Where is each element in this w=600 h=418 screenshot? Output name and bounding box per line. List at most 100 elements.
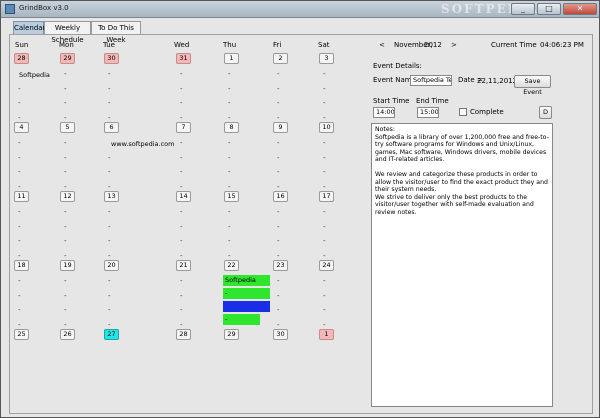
empty-slot[interactable]: - bbox=[180, 303, 188, 318]
empty-slot[interactable]: - bbox=[277, 274, 285, 289]
day-cell[interactable]: 1 bbox=[224, 53, 239, 64]
empty-slot[interactable]: - bbox=[323, 289, 331, 304]
empty-slot[interactable]: - bbox=[180, 67, 188, 82]
empty-slot[interactable]: - bbox=[64, 136, 72, 151]
empty-slot[interactable]: - bbox=[277, 96, 285, 111]
empty-slot[interactable]: - bbox=[64, 96, 72, 111]
close-button[interactable]: ✕ bbox=[563, 3, 597, 15]
day-cell[interactable]: 7 bbox=[176, 122, 191, 133]
day-cell[interactable]: 19 bbox=[60, 260, 75, 271]
empty-slot[interactable]: - bbox=[108, 165, 116, 180]
empty-slot[interactable]: - bbox=[108, 205, 116, 220]
empty-slot[interactable]: - bbox=[228, 82, 236, 97]
start-time-input[interactable]: 14:00 bbox=[373, 107, 395, 118]
empty-slot[interactable]: - bbox=[64, 303, 72, 318]
tab-weekly-schedule[interactable]: Weekly Schedule bbox=[44, 21, 91, 44]
empty-slot[interactable]: - bbox=[108, 96, 116, 111]
empty-slot[interactable]: - bbox=[323, 82, 331, 97]
day-cell[interactable]: 27 bbox=[104, 329, 119, 340]
day-cell[interactable]: 28 bbox=[14, 53, 29, 64]
day-cell[interactable]: 12 bbox=[60, 191, 75, 202]
empty-slot[interactable]: - bbox=[18, 289, 26, 304]
empty-slot[interactable]: - bbox=[323, 303, 331, 318]
empty-slot[interactable]: - bbox=[277, 220, 285, 235]
next-month-button[interactable]: > bbox=[451, 41, 457, 49]
day-cell[interactable]: 14 bbox=[176, 191, 191, 202]
d-button[interactable]: D bbox=[539, 106, 552, 119]
tab-to-do[interactable]: To Do This Week bbox=[91, 21, 141, 44]
empty-slot[interactable]: - bbox=[108, 234, 116, 249]
empty-slot[interactable]: - bbox=[277, 234, 285, 249]
notes-textarea[interactable]: Notes: Softpedia is a library of over 1,… bbox=[371, 123, 553, 407]
day-cell[interactable]: 6 bbox=[104, 122, 119, 133]
empty-slot[interactable]: - bbox=[228, 234, 236, 249]
day-cell[interactable]: 3 bbox=[319, 53, 334, 64]
empty-slot[interactable]: - bbox=[228, 220, 236, 235]
empty-slot[interactable]: - bbox=[180, 96, 188, 111]
empty-slot[interactable]: - bbox=[180, 274, 188, 289]
empty-slot[interactable]: - bbox=[180, 205, 188, 220]
empty-slot[interactable]: - bbox=[18, 205, 26, 220]
day-cell[interactable]: 4 bbox=[14, 122, 29, 133]
event-bar-green[interactable]: - bbox=[223, 314, 260, 325]
day-cell[interactable]: 29 bbox=[224, 329, 239, 340]
day-cell[interactable]: 22 bbox=[224, 260, 239, 271]
event-entry[interactable]: Softpedia bbox=[19, 71, 50, 79]
empty-slot[interactable]: - bbox=[323, 96, 331, 111]
day-cell[interactable]: 25 bbox=[14, 329, 29, 340]
event-entry[interactable]: www.softpedia.com bbox=[111, 140, 175, 148]
empty-slot[interactable]: - bbox=[64, 165, 72, 180]
empty-slot[interactable]: - bbox=[18, 220, 26, 235]
empty-slot[interactable]: - bbox=[323, 151, 331, 166]
empty-slot[interactable]: - bbox=[64, 82, 72, 97]
empty-slot[interactable]: - bbox=[228, 96, 236, 111]
empty-slot[interactable]: - bbox=[18, 136, 26, 151]
empty-slot[interactable]: - bbox=[323, 234, 331, 249]
empty-slot[interactable]: - bbox=[323, 220, 331, 235]
empty-slot[interactable]: - bbox=[64, 151, 72, 166]
empty-slot[interactable]: - bbox=[108, 303, 116, 318]
empty-slot[interactable]: - bbox=[180, 165, 188, 180]
empty-slot[interactable]: - bbox=[18, 96, 26, 111]
day-cell[interactable]: 21 bbox=[176, 260, 191, 271]
empty-slot[interactable]: - bbox=[228, 67, 236, 82]
day-cell[interactable]: 13 bbox=[104, 191, 119, 202]
complete-checkbox[interactable] bbox=[459, 108, 467, 116]
empty-slot[interactable]: - bbox=[108, 67, 116, 82]
save-event-button[interactable]: Save Event bbox=[514, 75, 551, 96]
tab-calendar[interactable]: Calendar bbox=[13, 21, 45, 34]
empty-slot[interactable]: - bbox=[277, 165, 285, 180]
day-cell[interactable]: 28 bbox=[176, 329, 191, 340]
empty-slot[interactable]: - bbox=[64, 67, 72, 82]
empty-slot[interactable]: - bbox=[18, 151, 26, 166]
empty-slot[interactable]: - bbox=[108, 220, 116, 235]
empty-slot[interactable]: - bbox=[64, 289, 72, 304]
empty-slot[interactable]: - bbox=[180, 151, 188, 166]
day-cell[interactable]: 1 bbox=[319, 329, 334, 340]
day-cell[interactable]: 31 bbox=[176, 53, 191, 64]
day-cell[interactable]: 15 bbox=[224, 191, 239, 202]
empty-slot[interactable]: - bbox=[18, 303, 26, 318]
day-cell[interactable]: 11 bbox=[14, 191, 29, 202]
prev-month-button[interactable]: < bbox=[379, 41, 385, 49]
event-bar-blue[interactable] bbox=[223, 301, 270, 312]
empty-slot[interactable]: - bbox=[108, 151, 116, 166]
empty-slot[interactable]: - bbox=[18, 274, 26, 289]
empty-slot[interactable]: - bbox=[180, 289, 188, 304]
end-time-input[interactable]: 15:00 bbox=[417, 107, 439, 118]
empty-slot[interactable]: - bbox=[180, 136, 188, 151]
minimize-button[interactable]: _ bbox=[511, 3, 535, 15]
empty-slot[interactable]: - bbox=[64, 234, 72, 249]
empty-slot[interactable]: - bbox=[180, 220, 188, 235]
day-cell[interactable]: 29 bbox=[60, 53, 75, 64]
empty-slot[interactable]: - bbox=[18, 234, 26, 249]
empty-slot[interactable]: - bbox=[323, 205, 331, 220]
day-cell[interactable]: 18 bbox=[14, 260, 29, 271]
day-cell[interactable]: 23 bbox=[273, 260, 288, 271]
empty-slot[interactable]: - bbox=[277, 136, 285, 151]
empty-slot[interactable]: - bbox=[228, 165, 236, 180]
day-cell[interactable]: 5 bbox=[60, 122, 75, 133]
empty-slot[interactable]: - bbox=[277, 303, 285, 318]
empty-slot[interactable]: - bbox=[108, 274, 116, 289]
empty-slot[interactable]: - bbox=[323, 136, 331, 151]
